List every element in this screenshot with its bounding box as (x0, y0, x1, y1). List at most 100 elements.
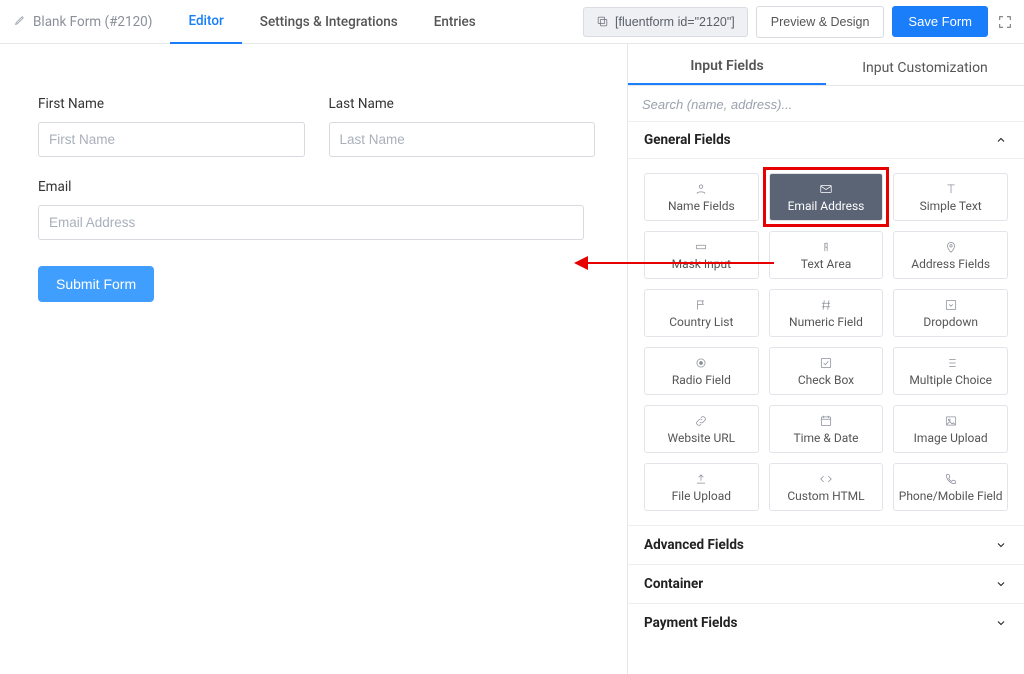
field-website-url-label: Website URL (668, 431, 736, 445)
field-check-box-label: Check Box (798, 373, 854, 387)
first-name-label: First Name (38, 96, 305, 112)
field-panel: Input Fields Input Customization General… (627, 44, 1024, 674)
tab-editor[interactable]: Editor (170, 0, 241, 44)
last-name-input[interactable] (329, 122, 596, 157)
topbar-left: Blank Form (#2120) Editor Settings & Int… (14, 0, 494, 44)
field-search-input[interactable] (642, 97, 1010, 112)
flag-icon (694, 298, 708, 312)
envelope-icon (819, 182, 833, 196)
chevron-up-icon (994, 133, 1008, 147)
form-canvas: First Name Last Name Email Submit Form (0, 44, 627, 674)
text-icon (944, 182, 958, 196)
field-numeric-field-label: Numeric Field (789, 315, 863, 329)
submit-button[interactable]: Submit Form (38, 266, 154, 302)
email-label: Email (38, 179, 595, 195)
code-icon (819, 472, 833, 486)
field-custom-html-label: Custom HTML (787, 489, 864, 503)
last-name-group: Last Name (329, 96, 596, 157)
checkbox-icon (819, 356, 833, 370)
section-advanced-fields[interactable]: Advanced Fields (628, 525, 1024, 564)
field-text-area[interactable]: Text Area (769, 231, 884, 279)
field-check-box[interactable]: Check Box (769, 347, 884, 395)
field-simple-text[interactable]: Simple Text (893, 173, 1008, 221)
form-title[interactable]: Blank Form (#2120) (14, 13, 152, 30)
field-email-address-label: Email Address (788, 199, 865, 213)
field-dropdown-label: Dropdown (923, 315, 978, 329)
image-icon (944, 414, 958, 428)
save-form-button[interactable]: Save Form (892, 6, 988, 37)
field-file-upload[interactable]: File Upload (644, 463, 759, 511)
field-address-fields-label: Address Fields (911, 257, 990, 271)
field-phone-label: Phone/Mobile Field (899, 489, 1003, 503)
arrow-head-icon (574, 256, 588, 270)
first-name-group: First Name (38, 96, 305, 157)
field-website-url[interactable]: Website URL (644, 405, 759, 453)
section-container[interactable]: Container (628, 564, 1024, 603)
field-phone[interactable]: Phone/Mobile Field (893, 463, 1008, 511)
field-country-list-label: Country List (669, 315, 733, 329)
field-time-date-label: Time & Date (793, 431, 858, 445)
tab-input-customization[interactable]: Input Customization (826, 44, 1024, 85)
field-numeric-field[interactable]: Numeric Field (769, 289, 884, 337)
field-multiple-choice-label: Multiple Choice (909, 373, 992, 387)
upload-icon (694, 472, 708, 486)
radio-icon (694, 356, 708, 370)
fullscreen-icon[interactable] (996, 13, 1014, 31)
shortcode-button[interactable]: [fluentform id="2120"] (583, 7, 748, 37)
tab-entries[interactable]: Entries (416, 0, 494, 44)
chevron-down-icon (994, 538, 1008, 552)
field-simple-text-label: Simple Text (920, 199, 982, 213)
email-group: Email (38, 179, 595, 240)
field-country-list[interactable]: Country List (644, 289, 759, 337)
phone-icon (944, 472, 958, 486)
main-area: First Name Last Name Email Submit Form I… (0, 44, 1024, 674)
section-advanced-label: Advanced Fields (644, 537, 744, 553)
field-image-upload-label: Image Upload (914, 431, 988, 445)
section-payment-fields[interactable]: Payment Fields (628, 603, 1024, 642)
field-mask-input-label: Mask Input (672, 257, 731, 271)
field-search-row (628, 86, 1024, 122)
name-row: First Name Last Name (38, 96, 595, 179)
main-tabs: Editor Settings & Integrations Entries (170, 0, 493, 44)
first-name-input[interactable] (38, 122, 305, 157)
tab-settings[interactable]: Settings & Integrations (242, 0, 416, 44)
field-address-fields[interactable]: Address Fields (893, 231, 1008, 279)
link-icon (694, 414, 708, 428)
panel-tabs: Input Fields Input Customization (628, 44, 1024, 86)
paragraph-icon (819, 240, 833, 254)
general-fields-grid: Name Fields Email Address Simple Text Ma… (628, 159, 1024, 525)
user-icon (694, 182, 708, 196)
top-bar: Blank Form (#2120) Editor Settings & Int… (0, 0, 1024, 44)
field-email-address[interactable]: Email Address (769, 173, 884, 221)
section-general-label: General Fields (644, 132, 731, 148)
hash-icon (819, 298, 833, 312)
tab-input-fields[interactable]: Input Fields (628, 44, 826, 85)
chevron-down-icon (994, 616, 1008, 630)
caret-square-icon (944, 298, 958, 312)
field-custom-html[interactable]: Custom HTML (769, 463, 884, 511)
calendar-icon (819, 414, 833, 428)
pin-icon (944, 240, 958, 254)
field-dropdown[interactable]: Dropdown (893, 289, 1008, 337)
field-file-upload-label: File Upload (672, 489, 731, 503)
section-payment-label: Payment Fields (644, 615, 737, 631)
field-mask-input[interactable]: Mask Input (644, 231, 759, 279)
field-image-upload[interactable]: Image Upload (893, 405, 1008, 453)
email-input[interactable] (38, 205, 584, 240)
section-general-fields[interactable]: General Fields (628, 122, 1024, 159)
form-title-text: Blank Form (#2120) (33, 14, 152, 30)
field-time-date[interactable]: Time & Date (769, 405, 884, 453)
field-radio-field[interactable]: Radio Field (644, 347, 759, 395)
field-email-wrap: Email Address (769, 173, 884, 221)
field-radio-field-label: Radio Field (672, 373, 731, 387)
field-name-fields[interactable]: Name Fields (644, 173, 759, 221)
field-text-area-label: Text Area (801, 257, 851, 271)
shortcode-text: [fluentform id="2120"] (615, 15, 735, 29)
preview-design-button[interactable]: Preview & Design (756, 6, 885, 38)
chevron-down-icon (994, 577, 1008, 591)
copy-icon (596, 15, 609, 28)
last-name-label: Last Name (329, 96, 596, 112)
mask-icon (694, 240, 708, 254)
pencil-icon (14, 13, 27, 30)
field-multiple-choice[interactable]: Multiple Choice (893, 347, 1008, 395)
